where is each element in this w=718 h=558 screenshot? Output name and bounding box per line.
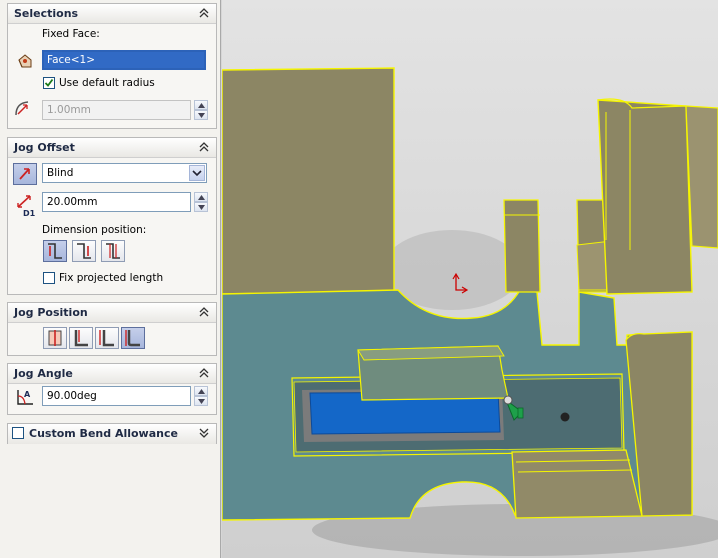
bend-radius-value: 1.00mm bbox=[47, 104, 91, 116]
expand-icon[interactable] bbox=[198, 427, 210, 439]
spin-down-button[interactable] bbox=[194, 396, 208, 406]
material-outside-icon bbox=[99, 330, 114, 347]
chevron-up-icon bbox=[198, 103, 205, 108]
jog-position-group: Jog Position bbox=[7, 302, 217, 356]
dimension-position-label: Dimension position: bbox=[42, 224, 147, 236]
use-default-radius-label: Use default radius bbox=[59, 77, 155, 89]
fixed-face-field[interactable]: Face<1> bbox=[42, 50, 206, 70]
bend-radius-icon bbox=[15, 101, 29, 116]
spin-up-button[interactable] bbox=[194, 386, 208, 396]
collapse-icon[interactable] bbox=[198, 306, 210, 318]
jog-offset-title: Jog Offset bbox=[14, 141, 75, 154]
chevron-up-icon bbox=[198, 195, 205, 200]
fix-projected-length-label: Fix projected length bbox=[59, 272, 164, 284]
bend-outside-button[interactable] bbox=[121, 327, 145, 349]
offset-distance-field[interactable]: 20.00mm bbox=[42, 192, 191, 212]
property-manager-panel: Selections Fixed Face: Face<1> Use defau… bbox=[0, 0, 221, 558]
chevron-up-icon bbox=[198, 389, 205, 394]
chevron-down-icon bbox=[192, 170, 202, 177]
material-inside-icon bbox=[74, 330, 88, 347]
spin-up-button[interactable] bbox=[194, 100, 208, 110]
jog-angle-field[interactable]: 90.00deg bbox=[42, 386, 191, 406]
graphics-viewport[interactable] bbox=[222, 0, 718, 558]
use-default-radius-checkbox[interactable] bbox=[43, 77, 55, 89]
bend-radius-field[interactable]: 1.00mm bbox=[42, 100, 191, 120]
inside-offset-icon bbox=[77, 243, 91, 259]
jog-angle-icon: A bbox=[17, 390, 33, 405]
dropdown-button[interactable] bbox=[189, 165, 205, 181]
spin-down-button[interactable] bbox=[194, 110, 208, 120]
custom-bend-allowance-title: Custom Bend Allowance bbox=[29, 427, 178, 440]
jog-position-title: Jog Position bbox=[14, 306, 88, 319]
selections-title: Selections bbox=[14, 7, 79, 20]
offset-distance-value: 20.00mm bbox=[47, 196, 98, 208]
chevron-down-icon bbox=[198, 113, 205, 118]
jog-position-header[interactable]: Jog Position bbox=[8, 303, 216, 323]
selections-header[interactable]: Selections bbox=[8, 4, 216, 24]
svg-text:A: A bbox=[24, 390, 31, 399]
collapse-icon[interactable] bbox=[198, 7, 210, 19]
collapse-icon[interactable] bbox=[198, 141, 210, 153]
overall-dimension-button[interactable] bbox=[101, 240, 125, 262]
spin-down-button[interactable] bbox=[194, 202, 208, 212]
jog-angle-title: Jog Angle bbox=[14, 367, 73, 380]
outside-offset-button[interactable] bbox=[43, 240, 67, 262]
custom-bend-allowance-group: Custom Bend Allowance bbox=[7, 423, 217, 444]
material-inside-button[interactable] bbox=[69, 327, 93, 349]
reverse-direction-button[interactable] bbox=[13, 163, 37, 185]
svg-text:D1: D1 bbox=[23, 209, 36, 217]
distance-spinner[interactable] bbox=[194, 192, 208, 212]
reverse-direction-icon bbox=[19, 168, 30, 180]
custom-bend-allowance-checkbox[interactable] bbox=[12, 427, 24, 439]
custom-bend-allowance-header[interactable]: Custom Bend Allowance bbox=[8, 424, 216, 444]
jog-angle-value: 90.00deg bbox=[47, 390, 97, 402]
overall-dimension-icon bbox=[106, 243, 120, 259]
radius-spinner[interactable] bbox=[194, 100, 208, 120]
selections-group: Selections Fixed Face: Face<1> Use defau… bbox=[7, 3, 217, 129]
bend-centerline-icon bbox=[48, 330, 62, 346]
spin-up-button[interactable] bbox=[194, 192, 208, 202]
fixed-face-label: Fixed Face: bbox=[42, 28, 100, 40]
end-condition-select[interactable]: Blind bbox=[42, 163, 207, 183]
end-condition-value: Blind bbox=[47, 167, 74, 179]
sheet-metal-part[interactable] bbox=[222, 0, 718, 558]
fixed-face-value: Face<1> bbox=[44, 52, 204, 68]
jog-angle-group: Jog Angle A 90.00deg bbox=[7, 363, 217, 415]
jog-angle-header[interactable]: Jog Angle bbox=[8, 364, 216, 384]
bend-outside-icon bbox=[125, 330, 140, 347]
jog-offset-group: Jog Offset Blind D1 20.00mm Dimension po… bbox=[7, 137, 217, 295]
jog-offset-header[interactable]: Jog Offset bbox=[8, 138, 216, 158]
bend-centerline-button[interactable] bbox=[43, 327, 67, 349]
fix-projected-length-checkbox[interactable] bbox=[43, 272, 55, 284]
checkmark-icon bbox=[44, 78, 54, 87]
collapse-icon[interactable] bbox=[198, 367, 210, 379]
chevron-down-icon bbox=[198, 399, 205, 404]
offset-distance-icon: D1 bbox=[17, 195, 36, 217]
fixed-face-icon bbox=[18, 54, 32, 68]
chevron-down-icon bbox=[198, 205, 205, 210]
inside-offset-button[interactable] bbox=[72, 240, 96, 262]
angle-spinner[interactable] bbox=[194, 386, 208, 406]
outside-offset-icon bbox=[48, 243, 62, 259]
left-wall-face bbox=[222, 67, 395, 295]
material-outside-button[interactable] bbox=[95, 327, 119, 349]
